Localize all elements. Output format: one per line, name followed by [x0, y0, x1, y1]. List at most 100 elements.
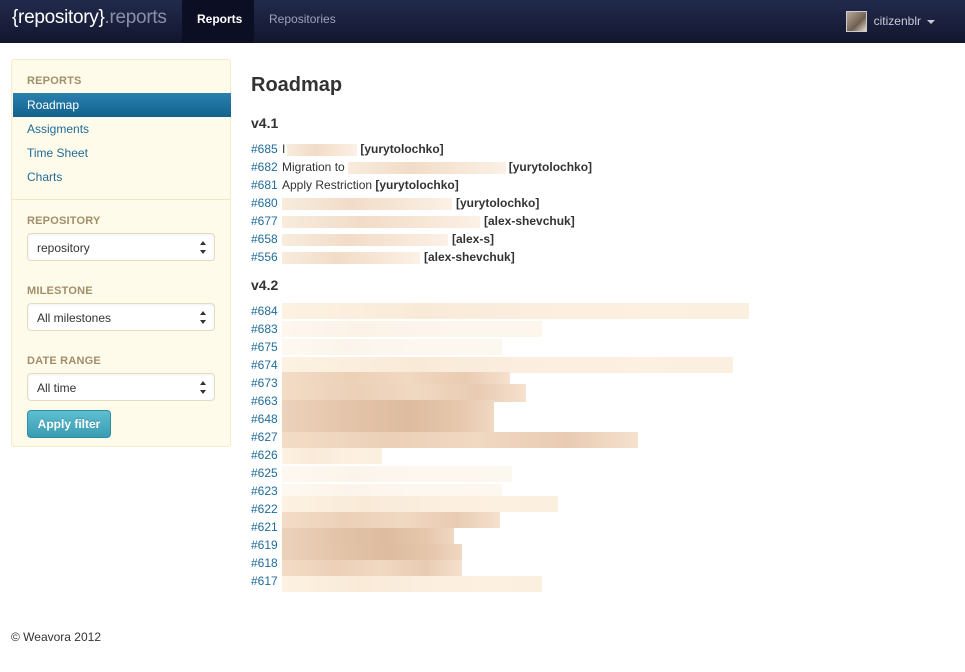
issue-link[interactable]: #674 — [251, 356, 282, 374]
milestone-header: MILESTONE — [27, 285, 93, 297]
redacted-text — [282, 432, 638, 448]
list-item: #622 — [251, 500, 282, 518]
issue-assignee: [yurytolochko] — [508, 160, 593, 174]
redacted-text — [282, 466, 512, 482]
issue-link[interactable]: #622 — [251, 500, 282, 518]
issue-link[interactable]: #683 — [251, 320, 282, 338]
avatar — [845, 10, 867, 32]
issue-assignee: [alex-shevchuk] — [424, 250, 515, 264]
issue-link[interactable]: #626 — [251, 446, 282, 464]
redacted-text — [347, 161, 506, 174]
user-name: citizenblr — [873, 14, 921, 28]
brand-main: {repository} — [12, 7, 105, 28]
issue-link[interactable]: #685 — [251, 140, 282, 158]
date-range-select-value: All time — [37, 381, 77, 395]
sidebar-item-time-sheet[interactable]: Time Sheet — [27, 146, 88, 160]
redacted-text — [282, 512, 500, 528]
issue-link[interactable]: #627 — [251, 428, 282, 446]
milestone-select[interactable]: All milestones — [27, 303, 215, 331]
sidebar-item-charts[interactable]: Charts — [27, 170, 62, 184]
issue-link[interactable]: #621 — [251, 518, 282, 536]
list-item: #619 — [251, 536, 282, 554]
brand-logo[interactable]: {repository}.reports — [12, 7, 167, 29]
list-item: #625 — [251, 464, 282, 482]
repository-select[interactable]: repository — [27, 233, 215, 261]
date-range-select[interactable]: All time — [27, 373, 215, 401]
list-item: #674 — [251, 356, 282, 374]
issue-link[interactable]: #556 — [251, 248, 282, 266]
issue-link[interactable]: #682 — [251, 158, 282, 176]
redacted-text — [282, 357, 733, 373]
issue-link[interactable]: #618 — [251, 554, 282, 572]
apply-filter-button[interactable]: Apply filter — [27, 410, 111, 438]
date-range-header: DATE RANGE — [27, 355, 101, 367]
issue-link[interactable]: #617 — [251, 572, 282, 590]
list-item: #621 — [251, 518, 282, 536]
redacted-text — [282, 233, 448, 246]
nav-reports[interactable]: Reports — [182, 0, 254, 43]
issue-link[interactable]: #619 — [251, 536, 282, 554]
repository-select-value: repository — [37, 241, 90, 255]
select-arrows-icon — [200, 311, 207, 324]
list-item: #680 [yurytolochko] — [251, 194, 539, 212]
issue-link[interactable]: #675 — [251, 338, 282, 356]
issue-link[interactable]: #673 — [251, 374, 282, 392]
list-item: #658 [alex-s] — [251, 230, 494, 248]
list-item: #685 I [yurytolochko] — [251, 140, 444, 158]
issue-link[interactable]: #684 — [251, 302, 282, 320]
issue-assignee: [yurytolochko] — [456, 196, 540, 210]
redacted-text — [282, 321, 542, 337]
issue-title: I — [282, 142, 286, 156]
redacted-text — [282, 576, 542, 592]
list-item: #683 — [251, 320, 282, 338]
divider — [12, 199, 230, 200]
issue-link[interactable]: #681 — [251, 176, 282, 194]
nav-repositories[interactable]: Repositories — [254, 0, 351, 43]
top-navbar: {repository}.reports Reports Repositorie… — [0, 0, 965, 43]
issue-link[interactable]: #648 — [251, 410, 282, 428]
issue-assignee: [alex-shevchuk] — [484, 214, 575, 228]
list-item: #673 — [251, 374, 282, 392]
redacted-text — [282, 215, 480, 228]
milestone-select-value: All milestones — [37, 311, 112, 325]
issue-assignee: [yurytolochko] — [375, 178, 459, 192]
brand-suffix: .reports — [104, 7, 167, 28]
list-item: #684 — [251, 302, 282, 320]
select-arrows-icon — [200, 381, 207, 394]
sidebar-item-assigments[interactable]: Assigments — [27, 122, 89, 136]
redacted-text — [287, 143, 358, 156]
milestone-title: v4.1 — [251, 115, 279, 131]
issue-link[interactable]: #625 — [251, 464, 282, 482]
redacted-text — [282, 339, 502, 355]
repository-header: REPOSITORY — [27, 215, 101, 227]
issue-link[interactable]: #680 — [251, 194, 282, 212]
list-item: #675 — [251, 338, 282, 356]
list-item: #648 — [251, 410, 282, 428]
list-item: #556 [alex-shevchuk] — [251, 248, 515, 266]
issue-title: Migration to — [282, 160, 345, 174]
issue-link[interactable]: #677 — [251, 212, 282, 230]
issue-link[interactable]: #658 — [251, 230, 282, 248]
list-item: #617 — [251, 572, 282, 590]
list-item: #677 [alex-shevchuk] — [251, 212, 575, 230]
reports-header: REPORTS — [27, 75, 82, 87]
milestone-title: v4.2 — [251, 277, 279, 293]
list-item: #682 Migration to [yurytolochko] — [251, 158, 592, 176]
sidebar-item-roadmap[interactable]: Roadmap — [13, 93, 231, 117]
list-item: #681 Apply Restriction [yurytolochko] — [251, 176, 459, 194]
list-item: #618 — [251, 554, 282, 572]
redacted-text — [282, 448, 382, 464]
list-item: #626 — [251, 446, 282, 464]
redacted-text — [282, 303, 749, 319]
redacted-text — [282, 197, 452, 210]
issue-link[interactable]: #663 — [251, 392, 282, 410]
issue-assignee: [yurytolochko] — [360, 142, 444, 156]
issue-link[interactable]: #623 — [251, 482, 282, 500]
sidebar-item-label: Roadmap — [27, 98, 80, 112]
select-arrows-icon — [200, 241, 207, 254]
footer-copyright: © Weavora 2012 — [11, 630, 102, 644]
list-item: #627 — [251, 428, 282, 446]
caret-down-icon — [927, 20, 935, 24]
issue-assignee: [alex-s] — [452, 232, 495, 246]
user-menu[interactable]: citizenblr — [845, 10, 935, 32]
